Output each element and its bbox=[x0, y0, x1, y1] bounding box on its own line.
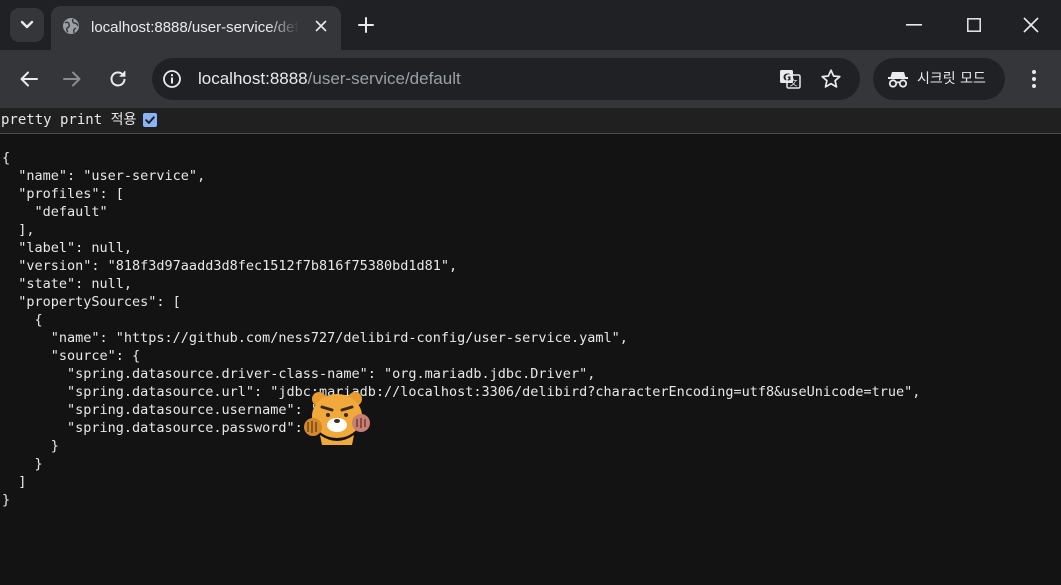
reload-icon[interactable] bbox=[107, 68, 129, 90]
more-menu-icon[interactable] bbox=[1023, 68, 1045, 90]
active-tab[interactable]: localhost:8888/user-service/default bbox=[51, 6, 341, 50]
back-icon[interactable] bbox=[18, 68, 40, 90]
maximize-icon[interactable] bbox=[967, 18, 981, 32]
incognito-label: 시크릿 모드 bbox=[917, 71, 986, 87]
site-info-icon[interactable] bbox=[162, 69, 182, 89]
new-tab-icon[interactable] bbox=[356, 15, 376, 35]
chevron-down-icon bbox=[20, 20, 34, 29]
url-host: localhost:8888 bbox=[198, 69, 308, 88]
json-response: { "name": "user-service", "profiles": [ … bbox=[2, 150, 921, 508]
bookmark-star-icon[interactable] bbox=[820, 68, 842, 90]
incognito-icon bbox=[888, 72, 908, 88]
pretty-print-label[interactable]: pretty print 적용 bbox=[1, 111, 136, 129]
translate-icon[interactable]: G 文 bbox=[779, 68, 801, 90]
address-bar[interactable]: localhost:8888/user-service/default G 文 bbox=[152, 58, 860, 100]
close-tab-icon[interactable] bbox=[313, 18, 329, 34]
globe-icon bbox=[63, 18, 79, 34]
tab-search-button[interactable] bbox=[10, 8, 44, 42]
tab-title: localhost:8888/user-service/default bbox=[91, 19, 299, 36]
pretty-print-bar: pretty print 적용 bbox=[0, 108, 1061, 134]
ryan-sticker-icon bbox=[304, 392, 370, 445]
tab-strip: localhost:8888/user-service/default bbox=[0, 0, 1061, 50]
browser-toolbar: localhost:8888/user-service/default G 文 … bbox=[0, 50, 1061, 108]
incognito-chip[interactable]: 시크릿 모드 bbox=[873, 58, 1005, 100]
forward-icon[interactable] bbox=[61, 68, 83, 90]
svg-text:文: 文 bbox=[790, 78, 798, 88]
url-text[interactable]: localhost:8888/user-service/default bbox=[198, 68, 461, 90]
window-close-icon[interactable] bbox=[1023, 17, 1039, 33]
pretty-print-checkbox[interactable] bbox=[143, 113, 157, 127]
checkmark-icon bbox=[145, 116, 155, 124]
minimize-icon[interactable] bbox=[906, 24, 922, 26]
url-path: /user-service/default bbox=[307, 69, 461, 88]
